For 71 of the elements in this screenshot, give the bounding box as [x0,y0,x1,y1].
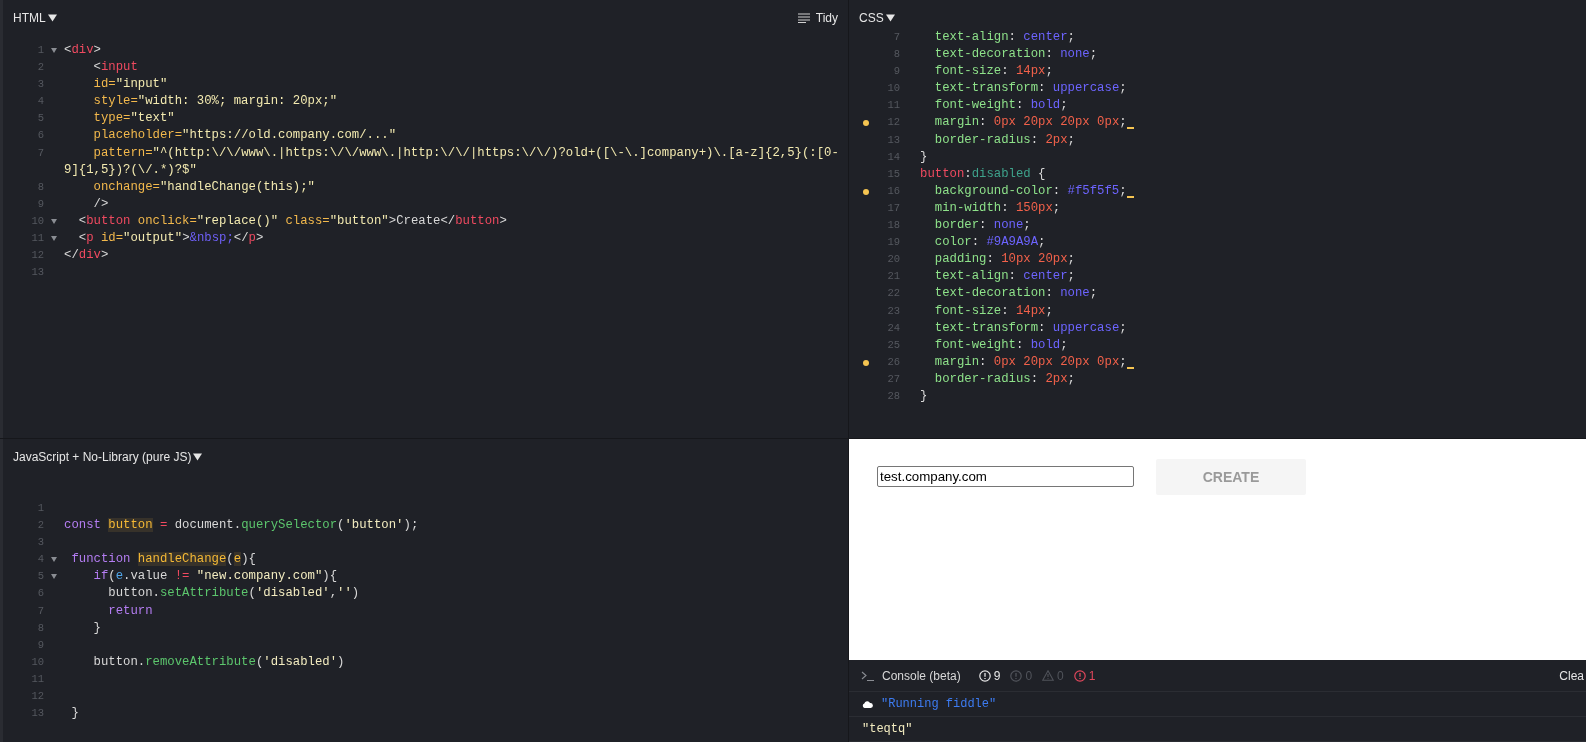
code-line: text-transform: uppercase; [933,80,1127,98]
text-cursor [1126,127,1134,130]
code-line: margin: 0px 20px 20px 0px; [933,353,1127,371]
text-cursor [1126,195,1134,198]
lines-icon [797,13,810,23]
code-line: button.setAttribute('disabled','') [107,585,360,603]
code-line: /> [92,195,109,213]
code-line: font-size: 14px; [933,63,1053,81]
code-line: border-radius: 2px; [933,370,1075,388]
language-dropdown[interactable]: JavaScript + No-Library (pure JS) [13,450,203,464]
code-line: </div> [64,247,109,265]
message-count[interactable]: 9 [978,668,1001,683]
tidy-button[interactable]: Tidy [797,11,838,25]
code-line: text-decoration: none; [933,46,1098,64]
console-tab[interactable]: Console (beta) [861,668,961,683]
code-line: border: none; [933,217,1031,235]
code-line: min-width: 150px; [933,199,1061,217]
code-line: text-transform: uppercase; [933,319,1127,337]
code-line: id="input" [92,76,168,94]
code-line: } [920,387,928,405]
prompt-icon [861,670,875,681]
code-line: <input [92,59,138,77]
console-message: "teqtq" [862,722,913,736]
code-line: style="width: 30%; margin: 20px;" [92,93,338,111]
cloud-icon [862,700,873,708]
alert-icon [1010,669,1023,682]
code-line: text-align: center; [933,268,1075,286]
language-dropdown[interactable]: CSS [859,11,895,25]
language-dropdown[interactable]: HTML [13,11,57,25]
code-line: function handleChange(e){ [70,551,256,569]
code-line: const button = document.querySelector('button'); [64,517,419,535]
fold-icon[interactable] [51,557,57,563]
code-line: padding: 10px 20px; [933,251,1075,269]
code-line: margin: 0px 20px 20px 0px; [933,114,1127,132]
code-line: color: #9A9A9A; [933,234,1046,252]
code-line: <button onclick="replace()" class="button">Create</button> [77,212,507,230]
code-line: font-size: 14px; [933,302,1053,320]
code-line: text-decoration: none; [933,285,1098,303]
code-line: return [107,602,153,620]
alert-icon [978,669,991,682]
code-line: placeholder="https://old.company.com/..." [92,127,397,145]
caret-icon [885,14,895,22]
fold-icon[interactable] [51,236,57,242]
warning-icon [1042,670,1055,681]
code-line: type="text" [92,110,175,128]
code-line: onchange="handleChange(this);" [92,178,315,196]
alert-icon [1073,669,1086,682]
code-line: text-align: center; [933,29,1075,46]
code-line: background-color: #f5f5f5; [933,182,1127,200]
url-input-field[interactable]: test.company.com [877,466,1134,487]
code-line: border-radius: 2px; [933,131,1075,149]
code-line: } [920,148,928,166]
code-line: <div> [64,42,101,59]
code-line: pattern="^(http:\/\/www\.|https:\/\/www\.|http:\/\/|https:\/\/)?old+([\-\.]company+)\.[a-z]{2,5}(:[0-9]{1,5})?(\/.*)?$" [64,144,840,179]
code-line: button:disabled { [920,165,1046,183]
code-line: button.removeAttribute('disabled') [92,653,345,671]
text-cursor [1126,366,1134,369]
code-line: font-weight: bold; [933,97,1068,115]
code-line: } [92,619,101,637]
caret-icon [193,453,203,461]
code-line: <p id="output">&nbsp;</p> [77,230,264,248]
clear-button[interactable]: Clea [1559,668,1584,683]
caret-icon [47,14,57,22]
fold-icon[interactable] [51,218,57,224]
code-line: font-weight: bold; [933,336,1068,354]
fold-icon[interactable] [51,48,57,53]
console-message: "Running fiddle" [881,697,997,711]
message-count[interactable]: 1 [1073,668,1096,683]
code-line: if(e.value != "new.company.com"){ [92,568,338,586]
code-line: } [70,705,79,723]
fold-icon[interactable] [51,574,57,580]
